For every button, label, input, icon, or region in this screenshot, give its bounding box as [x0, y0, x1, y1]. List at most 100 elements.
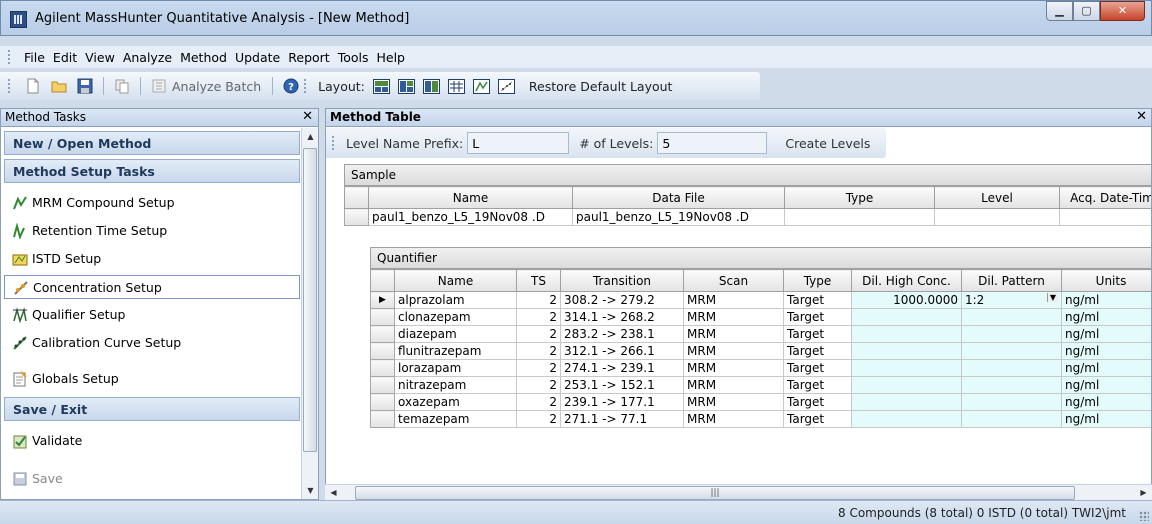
cell-scan[interactable]: MRM [683, 325, 784, 343]
hscroll-thumb[interactable]: ||| [355, 486, 1075, 500]
cell-dil-high-conc[interactable]: 1000.0000 [851, 291, 962, 309]
cell-transition[interactable]: 312.1 -> 266.1 [560, 342, 684, 360]
col-header-type[interactable]: Type [784, 186, 935, 209]
col-header-type[interactable]: Type [783, 269, 852, 292]
new-icon[interactable] [25, 78, 41, 94]
col-header-dil-high-conc[interactable]: Dil. High Conc. [851, 269, 962, 292]
cell-name[interactable]: diazepam [394, 325, 517, 343]
layout-3-icon[interactable] [422, 78, 440, 94]
restore-default-layout-button[interactable]: Restore Default Layout [529, 79, 673, 94]
menu-update[interactable]: Update [231, 50, 284, 65]
menu-report[interactable]: Report [284, 50, 333, 65]
menu-view[interactable]: View [81, 50, 119, 65]
cell-transition[interactable]: 271.1 -> 77.1 [560, 410, 684, 428]
cell-dil-pattern[interactable] [961, 393, 1062, 411]
cell-scan[interactable]: MRM [683, 291, 784, 309]
resize-grip-icon[interactable] [1139, 511, 1149, 521]
col-header-name[interactable]: Name [368, 186, 573, 209]
row-selector[interactable] [370, 410, 395, 428]
quantifier-row[interactable]: nitrazepam 2 253.1 -> 152.1 MRM Target ng/ml [370, 376, 1151, 394]
cell-name[interactable]: oxazepam [394, 393, 517, 411]
row-selector[interactable] [370, 308, 395, 326]
dropdown-arrow-icon[interactable]: ▼ [1046, 293, 1058, 302]
help-icon[interactable]: ? [283, 78, 299, 94]
cell-ts[interactable]: 2 [516, 325, 561, 343]
cell-dil-high-conc[interactable] [851, 325, 962, 343]
cell-name[interactable]: lorazapam [394, 359, 517, 377]
layout-5-icon[interactable] [472, 78, 490, 94]
method-table-close-icon[interactable]: ✕ [1136, 109, 1147, 124]
cell-scan[interactable]: MRM [683, 376, 784, 394]
task-calibration-curve-setup[interactable]: Calibration Curve Setup [4, 331, 300, 355]
cell-type[interactable]: Target [783, 342, 852, 360]
col-header-ts[interactable]: TS [516, 269, 561, 292]
cell-type[interactable]: Target [783, 410, 852, 428]
cell-ts[interactable]: 2 [516, 410, 561, 428]
cell-scan[interactable]: MRM [683, 308, 784, 326]
cell-ts[interactable]: 2 [516, 342, 561, 360]
scroll-left-icon[interactable]: ◀ [325, 484, 342, 501]
menu-file[interactable]: File [20, 50, 49, 65]
cell-scan[interactable]: MRM [683, 410, 784, 428]
row-selector[interactable] [370, 376, 395, 394]
col-header-name[interactable]: Name [394, 269, 517, 292]
cell-units[interactable]: ng/ml [1061, 359, 1151, 377]
scroll-down-icon[interactable]: ▼ [302, 482, 319, 499]
cell-level[interactable] [934, 208, 1060, 226]
scroll-right-icon[interactable]: ▶ [1135, 484, 1152, 501]
level-name-prefix-input[interactable]: L [467, 132, 570, 154]
quantifier-row[interactable]: clonazepam 2 314.1 -> 268.2 MRM Target ng/ml [370, 308, 1151, 326]
cell-name[interactable]: alprazolam [394, 291, 517, 309]
cell-dil-pattern[interactable] [961, 410, 1062, 428]
menu-tools[interactable]: Tools [334, 50, 373, 65]
levels-grip[interactable] [332, 136, 336, 150]
quantifier-row[interactable]: oxazepam 2 239.1 -> 177.1 MRM Target ng/ml [370, 393, 1151, 411]
toolbar-grip[interactable] [304, 79, 308, 93]
save-disk-icon[interactable] [77, 78, 93, 94]
cell-dil-high-conc[interactable] [851, 410, 962, 428]
row-selector[interactable] [370, 342, 395, 360]
cell-name[interactable]: clonazepam [394, 308, 517, 326]
scroll-thumb[interactable] [303, 148, 317, 452]
menu-method[interactable]: Method [176, 50, 231, 65]
row-selector[interactable] [370, 359, 395, 377]
open-folder-icon[interactable] [51, 78, 67, 94]
task-istd-setup[interactable]: ISTD Setup [4, 247, 300, 271]
cell-ts[interactable]: 2 [516, 291, 561, 309]
analyze-batch-icon[interactable] [151, 78, 167, 94]
cell-units[interactable]: ng/ml [1061, 376, 1151, 394]
menu-analyze[interactable]: Analyze [119, 50, 176, 65]
col-header-units[interactable]: Units [1061, 269, 1151, 292]
cell-units[interactable]: ng/ml [1061, 410, 1151, 428]
cell-ts[interactable]: 2 [516, 359, 561, 377]
layout-2-icon[interactable] [397, 78, 415, 94]
close-button[interactable]: ✕ [1100, 1, 1145, 21]
cell-dil-pattern[interactable] [961, 325, 1062, 343]
task-globals-setup[interactable]: Globals Setup [4, 367, 300, 391]
col-header-acq-date-time[interactable]: Acq. Date-Tim [1059, 186, 1151, 209]
cell-scan[interactable]: MRM [683, 359, 784, 377]
cell-type[interactable]: Target [783, 359, 852, 377]
cell-transition[interactable]: 253.1 -> 152.1 [560, 376, 684, 394]
cell-name[interactable]: flunitrazepam [394, 342, 517, 360]
cell-units[interactable]: ng/ml [1061, 342, 1151, 360]
row-selector[interactable] [344, 208, 369, 226]
cell-type[interactable]: Target [783, 376, 852, 394]
cell-ts[interactable]: 2 [516, 308, 561, 326]
quantifier-row[interactable]: diazepam 2 283.2 -> 238.1 MRM Target ng/ml [370, 325, 1151, 343]
cell-units[interactable]: ng/ml [1061, 393, 1151, 411]
quantifier-row[interactable]: ▶ alprazolam 2 308.2 -> 279.2 MRM Target 1000.… [370, 291, 1151, 309]
quantifier-row[interactable]: lorazapam 2 274.1 -> 239.1 MRM Target ng/ml [370, 359, 1151, 377]
num-levels-input[interactable]: 5 [657, 132, 768, 154]
task-validate[interactable]: Validate [4, 429, 300, 453]
quantifier-row[interactable]: flunitrazepam 2 312.1 -> 266.1 MRM Target ng/… [370, 342, 1151, 360]
cell-dil-pattern[interactable] [961, 308, 1062, 326]
cell-name[interactable]: temazepam [394, 410, 517, 428]
cell-dil-high-conc[interactable] [851, 359, 962, 377]
toolbar-grip[interactable] [8, 79, 12, 93]
cell-ts[interactable]: 2 [516, 376, 561, 394]
task-qualifier-setup[interactable]: Qualifier Setup [4, 303, 300, 327]
task-mrm-compound-setup[interactable]: MRM Compound Setup [4, 191, 300, 215]
cell-transition[interactable]: 314.1 -> 268.2 [560, 308, 684, 326]
maximize-button[interactable]: ▢ [1073, 1, 1100, 21]
